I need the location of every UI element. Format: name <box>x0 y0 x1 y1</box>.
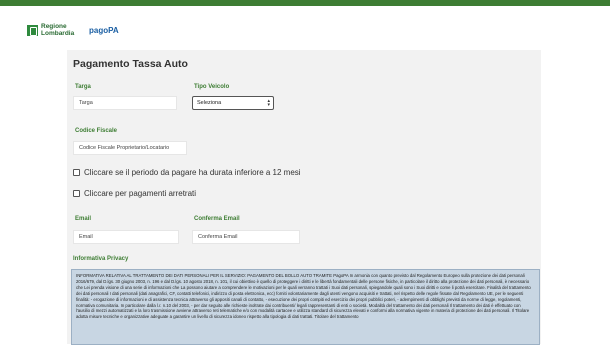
checkbox-row-periodo[interactable]: Cliccare se il periodo da pagare ha dura… <box>73 168 301 177</box>
regione-lombardia-icon <box>27 25 38 36</box>
pagopa-logo-text: pagoPA <box>89 25 119 35</box>
arretrati-checkbox-label: Cliccare per pagamenti arretrati <box>84 189 197 198</box>
payment-form-panel: Pagamento Tassa Auto Targa Targa Tipo Ve… <box>67 50 541 345</box>
regione-lombardia-logo: Regione Lombardia <box>27 23 75 37</box>
pagopa-logo: pagoPA <box>89 25 119 35</box>
regione-lombardia-text: Regione Lombardia <box>41 23 75 37</box>
tipo-veicolo-selected: Seleziona <box>197 100 222 106</box>
periodo-checkbox-label: Cliccare se il periodo da pagare ha dura… <box>84 168 301 177</box>
page-title: Pagamento Tassa Auto <box>73 58 188 70</box>
header-logos: Regione Lombardia pagoPA <box>27 23 119 37</box>
targa-input[interactable]: Targa <box>73 96 177 110</box>
conferma-email-label: Conferma Email <box>194 216 240 222</box>
codice-fiscale-label: Codice Fiscale <box>75 128 118 134</box>
select-arrows-icon: ▴ ▾ <box>267 98 270 108</box>
checkbox-row-arretrati[interactable]: Cliccare per pagamenti arretrati <box>73 189 196 198</box>
email-label: Email <box>75 216 92 222</box>
periodo-checkbox[interactable] <box>73 169 80 176</box>
privacy-label: Informativa Privacy <box>73 256 129 262</box>
conferma-email-input[interactable]: Conferma Email <box>192 230 300 244</box>
privacy-textarea[interactable]: INFORMATIVA RELATIVA AL TRATTAMENTO DEI … <box>71 269 540 345</box>
arretrati-checkbox[interactable] <box>73 190 80 197</box>
codice-fiscale-input[interactable]: Codice Fiscale Proprietario/Locatario <box>73 141 187 155</box>
top-accent-bar <box>0 0 610 6</box>
email-input[interactable]: Email <box>73 230 179 244</box>
targa-label: Targa <box>75 84 91 90</box>
tipo-veicolo-label: Tipo Veicolo <box>194 84 230 90</box>
tipo-veicolo-select[interactable]: Seleziona ▴ ▾ <box>192 96 274 110</box>
